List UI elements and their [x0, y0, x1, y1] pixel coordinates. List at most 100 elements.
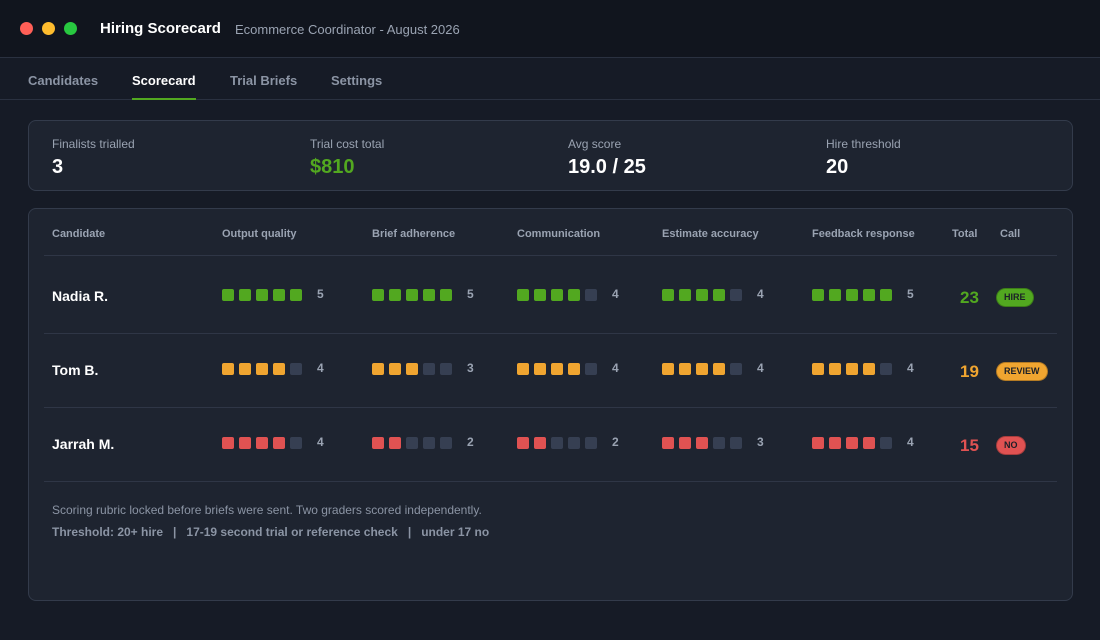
score-square-filled	[423, 289, 435, 301]
score-square-empty	[880, 363, 892, 375]
threshold-note: Threshold: 20+ hire | 17-19 second trial…	[52, 525, 490, 539]
score-square-filled	[679, 289, 691, 301]
score-square-filled	[829, 363, 841, 375]
score-square-filled	[812, 289, 824, 301]
score-value: 5	[467, 287, 474, 301]
column-header-communication: Communication	[517, 228, 601, 240]
score-value: 4	[317, 361, 324, 375]
score-square-filled	[713, 289, 725, 301]
score-square-filled	[389, 289, 401, 301]
score-value: 5	[317, 287, 324, 301]
stat-avg-score: Avg score 19.0 / 25	[568, 137, 646, 179]
score-square-filled	[273, 289, 285, 301]
column-header-total: Total	[952, 228, 978, 240]
score-square-filled	[863, 363, 875, 375]
score-square-filled	[406, 289, 418, 301]
score-square-filled	[880, 289, 892, 301]
table-row[interactable]: Tom B. 4 3 4 4 4 19 REVIEW	[29, 334, 1074, 408]
score-square-filled	[372, 437, 384, 449]
call-badge: NO	[996, 436, 1026, 455]
score-square-empty	[290, 363, 302, 375]
tab-scorecard[interactable]: Scorecard	[132, 59, 196, 100]
score-value: 3	[467, 361, 474, 375]
score-value: 4	[907, 361, 914, 375]
score-value: 4	[317, 435, 324, 449]
score-square-filled	[662, 363, 674, 375]
stat-value: 19.0 / 25	[568, 156, 646, 178]
score-meter	[812, 363, 902, 377]
score-square-filled	[846, 289, 858, 301]
score-meter	[372, 289, 462, 303]
title-bar: Hiring Scorecard Ecommerce Coordinator -…	[0, 0, 1100, 58]
score-square-filled	[256, 363, 268, 375]
stat-hire-threshold: Hire threshold 20	[826, 137, 901, 179]
score-value: 4	[757, 287, 764, 301]
column-header-candidate: Candidate	[52, 228, 106, 240]
tab-trial-briefs[interactable]: Trial Briefs	[230, 59, 297, 99]
score-square-filled	[222, 289, 234, 301]
score-meter	[517, 437, 607, 451]
column-header-brief-adherence: Brief adherence	[372, 228, 456, 240]
stat-label: Finalists trialled	[52, 137, 135, 151]
score-meter	[812, 289, 902, 303]
close-window-button[interactable]	[20, 22, 33, 35]
score-meter	[372, 437, 462, 451]
maximize-window-button[interactable]	[64, 22, 77, 35]
score-square-empty	[551, 437, 563, 449]
score-square-empty	[585, 437, 597, 449]
score-square-filled	[679, 437, 691, 449]
score-square-filled	[812, 437, 824, 449]
score-square-filled	[696, 363, 708, 375]
score-square-filled	[662, 437, 674, 449]
score-meter	[662, 437, 752, 451]
table-row[interactable]: Jarrah M. 4 2 2 3 4 15 NO	[29, 408, 1074, 482]
call-badge: HIRE	[996, 288, 1034, 307]
score-square-filled	[829, 437, 841, 449]
score-value: 2	[612, 435, 619, 449]
score-meter	[517, 289, 607, 303]
score-square-filled	[829, 289, 841, 301]
summary-panel: Finalists trialled 3 Trial cost total $8…	[28, 120, 1073, 191]
score-value: 4	[757, 361, 764, 375]
tab-candidates[interactable]: Candidates	[28, 59, 98, 99]
score-square-filled	[846, 363, 858, 375]
score-square-empty	[423, 363, 435, 375]
score-square-filled	[517, 363, 529, 375]
stat-label: Avg score	[568, 137, 622, 151]
score-square-filled	[222, 363, 234, 375]
score-square-filled	[846, 437, 858, 449]
tab-settings[interactable]: Settings	[331, 59, 382, 99]
score-meter	[372, 363, 462, 377]
score-square-filled	[662, 289, 674, 301]
score-square-filled	[863, 289, 875, 301]
row-divider	[44, 481, 1057, 482]
score-meter	[222, 289, 312, 303]
score-meter	[222, 437, 312, 451]
score-square-empty	[585, 363, 597, 375]
score-square-empty	[880, 437, 892, 449]
score-square-filled	[863, 437, 875, 449]
score-square-filled	[273, 363, 285, 375]
stat-label: Hire threshold	[826, 137, 901, 151]
score-square-empty	[568, 437, 580, 449]
score-square-filled	[290, 289, 302, 301]
score-square-filled	[713, 363, 725, 375]
column-header-estimate-accuracy: Estimate accuracy	[662, 228, 759, 240]
column-header-feedback-response: Feedback response	[812, 228, 915, 240]
app-title: Hiring Scorecard	[100, 20, 221, 37]
column-header-output-quality: Output quality	[222, 228, 297, 240]
table-row[interactable]: Nadia R. 5 5 4 4 5 23 HIRE	[29, 260, 1074, 334]
stat-value: 20	[826, 156, 849, 178]
score-square-filled	[389, 363, 401, 375]
minimize-window-button[interactable]	[42, 22, 55, 35]
score-square-filled	[551, 363, 563, 375]
stat-trial-cost: Trial cost total $810	[310, 137, 384, 179]
candidate-name: Nadia R.	[52, 288, 109, 304]
score-square-empty	[423, 437, 435, 449]
stat-value: 3	[52, 156, 64, 178]
score-square-empty	[730, 363, 742, 375]
score-square-filled	[389, 437, 401, 449]
score-square-filled	[406, 363, 418, 375]
call-badge: REVIEW	[996, 362, 1048, 381]
score-square-filled	[551, 289, 563, 301]
